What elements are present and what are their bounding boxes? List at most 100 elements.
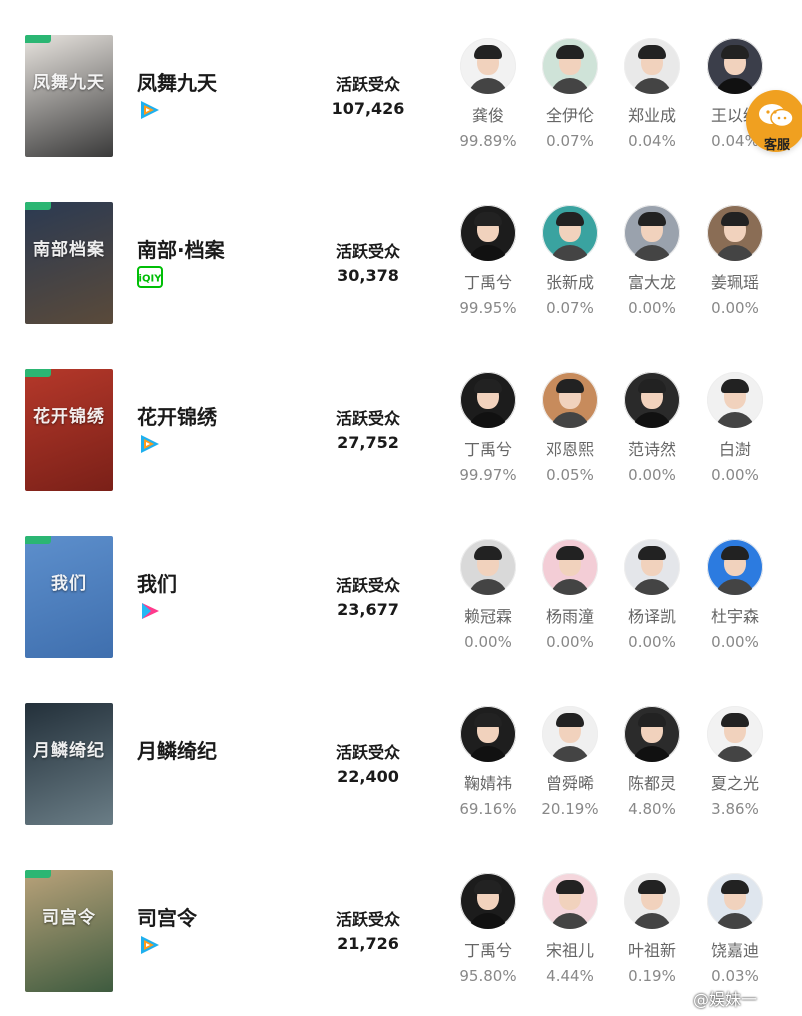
avatar[interactable] [542,372,598,428]
show-poster[interactable]: 凤舞九天 [25,35,113,157]
poster-title: 南部档案 [33,240,105,260]
avatar[interactable] [460,372,516,428]
actor-item[interactable]: 饶嘉迪 0.03% [694,873,776,985]
iqiyi-icon: iQIY [137,266,163,288]
show-row[interactable]: 月鳞绮纪 月鳞绮纪 活跃受众 22,400 鞠婧祎 69.16% 曾舜晞 20.… [0,668,802,835]
actor-name: 全伊伦 [545,106,594,125]
poster-badge [25,369,51,377]
actor-percentage: 69.16% [459,800,517,818]
avatar[interactable] [624,38,680,94]
avatar[interactable] [542,539,598,595]
show-poster[interactable]: 月鳞绮纪 [25,703,113,825]
show-title[interactable]: 月鳞绮纪 [137,735,217,764]
actor-item[interactable]: 丁禹兮 99.97% [447,372,529,484]
avatar[interactable] [624,372,680,428]
actor-item[interactable]: 全伊伦 0.07% [529,38,611,150]
actor-percentage: 95.80% [459,967,517,985]
actor-item[interactable]: 富大龙 0.00% [611,205,693,317]
actor-name: 宋祖儿 [545,941,594,960]
avatar[interactable] [707,539,763,595]
actor-percentage: 4.80% [628,800,676,818]
actor-percentage: 0.00% [628,633,676,651]
avatar[interactable] [707,706,763,762]
avatar[interactable] [707,38,763,94]
show-row[interactable]: 凤舞九天 凤舞九天 活跃受众 107,426 龚俊 99.89% 全伊伦 0.0… [0,0,802,167]
actor-item[interactable]: 范诗然 0.00% [611,372,693,484]
poster-badge [25,536,51,544]
actor-item[interactable]: 丁禹兮 99.95% [447,205,529,317]
actor-item[interactable]: 宋祖儿 4.44% [529,873,611,985]
actor-name: 范诗然 [627,440,676,459]
avatar[interactable] [542,38,598,94]
actor-item[interactable]: 姜珮瑶 0.00% [694,205,776,317]
actor-name: 杨译凯 [627,607,676,626]
actor-percentage: 0.07% [546,132,594,150]
avatar[interactable] [460,38,516,94]
actor-name: 丁禹兮 [463,273,512,292]
poster-title: 凤舞九天 [33,73,105,93]
actor-item[interactable]: 夏之光 3.86% [694,706,776,818]
avatar[interactable] [707,372,763,428]
actor-item[interactable]: 丁禹兮 95.80% [447,873,529,985]
actor-item[interactable]: 杨雨潼 0.00% [529,539,611,651]
show-poster[interactable]: 南部档案 [25,202,113,324]
actor-item[interactable]: 鞠婧祎 69.16% [447,706,529,818]
show-poster[interactable]: 花开锦绣 [25,369,113,491]
actor-item[interactable]: 陈都灵 4.80% [611,706,693,818]
actor-name: 赖冠霖 [463,607,512,626]
show-title[interactable]: 我们 [137,568,177,597]
poster-title: 月鳞绮纪 [33,741,105,761]
avatar[interactable] [460,539,516,595]
watermark: @娱妹一 [693,990,758,1009]
actor-item[interactable]: 赖冠霖 0.00% [447,539,529,651]
show-row[interactable]: 花开锦绣 花开锦绣 活跃受众 27,752 丁禹兮 99.97% 邓恩熙 0.0… [0,334,802,501]
actor-item[interactable]: 曾舜晞 20.19% [529,706,611,818]
avatar[interactable] [542,706,598,762]
avatar[interactable] [624,205,680,261]
avatar[interactable] [542,205,598,261]
show-row[interactable]: 司宫令 司宫令 活跃受众 21,726 丁禹兮 95.80% 宋祖儿 4.44%… [0,835,802,1002]
show-row[interactable]: 南部档案 南部·档案 活跃受众 30,378 iQIY 丁禹兮 99.95% 张… [0,167,802,334]
show-title[interactable]: 南部·档案 [137,234,225,263]
show-poster[interactable]: 司宫令 [25,870,113,992]
show-poster[interactable]: 我们 [25,536,113,658]
actor-percentage: 0.00% [546,633,594,651]
actor-percentage: 0.07% [546,299,594,317]
actor-item[interactable]: 杨译凯 0.00% [611,539,693,651]
actor-percentage: 0.04% [628,132,676,150]
avatar[interactable] [707,205,763,261]
customer-service-button[interactable]: 客服 [746,90,802,153]
actor-percentage: 99.97% [459,466,517,484]
poster-title: 司宫令 [42,908,96,928]
actor-item[interactable]: 张新成 0.07% [529,205,611,317]
avatar[interactable] [460,706,516,762]
avatar[interactable] [624,706,680,762]
poster-title: 我们 [51,574,87,594]
avatar[interactable] [624,873,680,929]
svg-text:iQIY: iQIY [139,274,163,285]
avatar[interactable] [542,873,598,929]
audience-count: 22,400 [337,767,399,786]
show-title[interactable]: 花开锦绣 [137,401,217,430]
audience-count: 30,378 [337,266,399,285]
actor-name: 郑业成 [627,106,676,125]
actor-item[interactable]: 邓恩熙 0.05% [529,372,611,484]
actor-item[interactable]: 杜宇森 0.00% [694,539,776,651]
avatar[interactable] [460,873,516,929]
actor-name: 陈都灵 [627,774,676,793]
actor-name: 邓恩熙 [545,440,594,459]
actor-item[interactable]: 龚俊 99.89% [447,38,529,150]
avatar[interactable] [624,539,680,595]
actor-item[interactable]: 郑业成 0.04% [611,38,693,150]
youku-icon [137,600,163,622]
actor-percentage: 0.00% [464,633,512,651]
actor-percentage: 99.95% [459,299,517,317]
avatar[interactable] [707,873,763,929]
actor-percentage: 20.19% [541,800,599,818]
actor-item[interactable]: 叶祖新 0.19% [611,873,693,985]
avatar[interactable] [460,205,516,261]
show-row[interactable]: 我们 我们 活跃受众 23,677 赖冠霖 0.00% 杨雨潼 0.00% 杨译… [0,501,802,668]
show-title[interactable]: 司宫令 [137,902,197,931]
show-title[interactable]: 凤舞九天 [137,67,217,96]
actor-item[interactable]: 白澍 0.00% [694,372,776,484]
